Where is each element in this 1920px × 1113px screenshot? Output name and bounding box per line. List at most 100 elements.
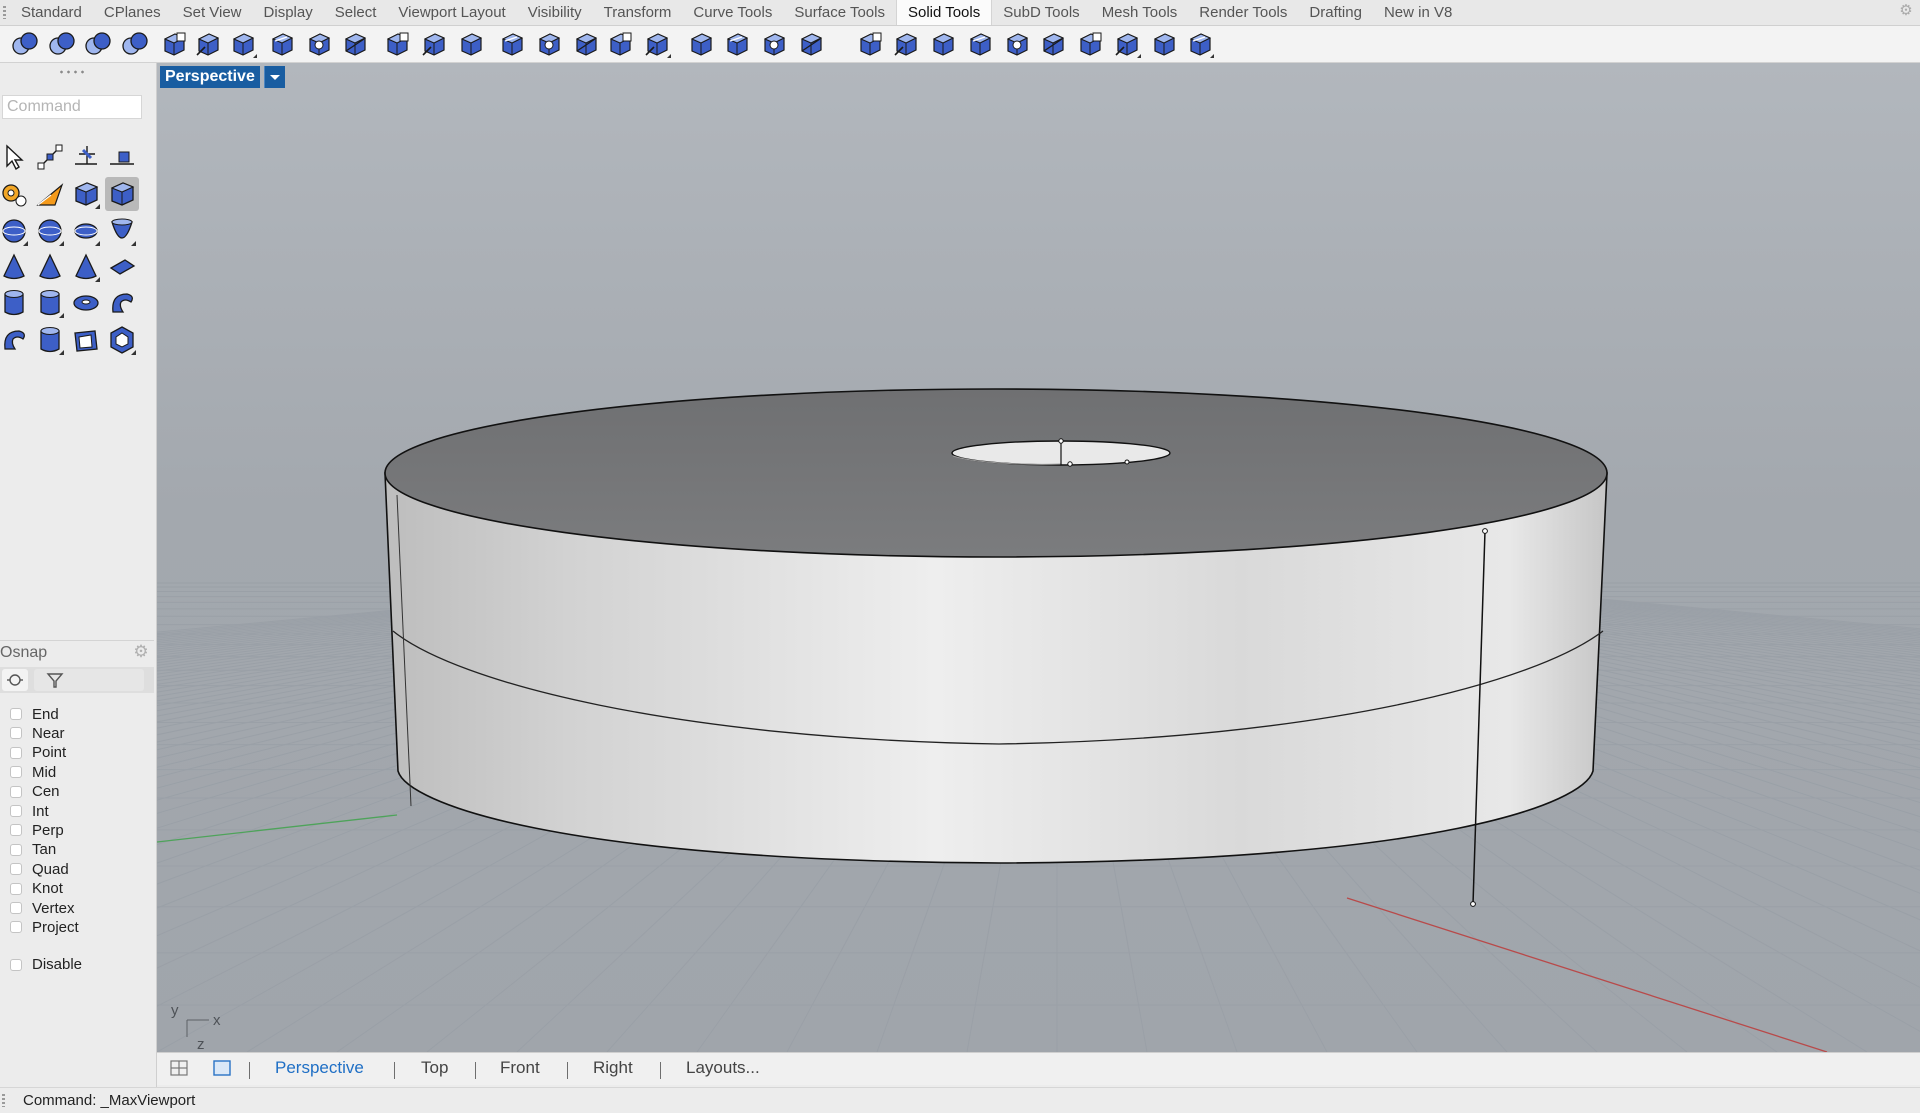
pipe-icon[interactable] (105, 286, 139, 320)
seam-bottom-point[interactable] (1470, 901, 1476, 907)
checkbox[interactable] (10, 882, 22, 895)
move-edge-icon[interactable] (456, 29, 486, 59)
osnap-settings-gear-icon[interactable]: ⚙ (132, 643, 150, 661)
hole-top-point[interactable] (1058, 438, 1064, 444)
osnap-tan[interactable]: Tan (10, 841, 56, 859)
cone-icon[interactable] (0, 250, 31, 284)
hole-side-point[interactable] (1124, 459, 1130, 465)
extrude-face-icon[interactable] (382, 29, 412, 59)
extrude-curve-icon[interactable] (686, 29, 716, 59)
box-icon[interactable] (69, 177, 103, 211)
tab-render-tools[interactable]: Render Tools (1188, 0, 1298, 25)
cylinder-icon[interactable] (0, 286, 31, 320)
split-face-icon[interactable] (534, 29, 564, 59)
checkbox[interactable] (10, 805, 22, 817)
loft-solid-icon[interactable] (497, 29, 527, 59)
osnap-end[interactable]: End (10, 705, 59, 723)
tab-transform[interactable]: Transform (593, 0, 683, 25)
mesh-grid-icon[interactable] (1075, 29, 1105, 59)
sphere-icon[interactable] (0, 214, 31, 248)
point-grid-icon[interactable] (1038, 29, 1068, 59)
revolve-icon[interactable] (0, 323, 31, 357)
osnap-disable[interactable]: Disable (10, 956, 82, 974)
cylinder-top-face[interactable] (384, 388, 1608, 558)
osnap-knot[interactable]: Knot (10, 880, 63, 898)
chamfer-edge-icon[interactable] (642, 29, 672, 59)
cap-icon[interactable] (891, 29, 921, 59)
tab-perspective[interactable]: Perspective (275, 1058, 364, 1078)
single-viewport-icon[interactable] (213, 1060, 231, 1076)
tab-set-view[interactable]: Set View (172, 0, 253, 25)
box-solid-icon[interactable] (304, 29, 334, 59)
tab-standard[interactable]: Standard (10, 0, 93, 25)
perspective-viewport[interactable]: y x z Perspective (157, 63, 1920, 1052)
merge-faces-icon[interactable] (228, 29, 258, 59)
osnap-pin-button[interactable] (2, 669, 28, 691)
tab-right[interactable]: Right (593, 1058, 633, 1078)
fillet-edge-icon[interactable] (605, 29, 635, 59)
checkbox[interactable] (10, 708, 22, 720)
torus-icon[interactable] (69, 286, 103, 320)
boolean-union-icon[interactable] (10, 29, 40, 59)
checkbox[interactable] (10, 746, 22, 759)
osnap-point[interactable]: Point (10, 744, 66, 762)
analyze-icon[interactable] (33, 177, 67, 211)
tab-top[interactable]: Top (421, 1058, 448, 1078)
tab-front[interactable]: Front (500, 1058, 540, 1078)
tube-icon[interactable] (33, 286, 67, 320)
osnap-perp[interactable]: Perp (10, 821, 64, 839)
truncated-cone-icon[interactable] (105, 250, 139, 284)
gumball-icon[interactable] (1185, 29, 1215, 59)
tab-display[interactable]: Display (253, 0, 324, 25)
point-edit-icon[interactable] (69, 140, 103, 174)
gear-icon[interactable]: ⚙ (1898, 3, 1914, 19)
rebuild-solid-icon[interactable] (759, 29, 789, 59)
tab-mesh-tools[interactable]: Mesh Tools (1091, 0, 1189, 25)
face-extrude-icon[interactable] (1002, 29, 1032, 59)
tab-curve-tools[interactable]: Curve Tools (682, 0, 783, 25)
box-edit-icon[interactable] (105, 177, 139, 211)
four-viewports-icon[interactable] (170, 1060, 188, 1076)
panel-drag-handle[interactable] (58, 70, 86, 74)
osnap-quad[interactable]: Quad (10, 860, 69, 878)
solid-text-icon[interactable] (105, 323, 139, 357)
tab-subd-tools[interactable]: SubD Tools (992, 0, 1090, 25)
viewport-menu-dropdown[interactable] (264, 66, 285, 88)
pyramid-icon[interactable] (33, 250, 67, 284)
tab-surface-tools[interactable]: Surface Tools (783, 0, 896, 25)
cap-planar-holes-icon[interactable] (159, 29, 189, 59)
ellipsoid-icon[interactable] (69, 214, 103, 248)
bucket-icon[interactable] (1149, 29, 1179, 59)
checkbox[interactable] (10, 958, 22, 971)
create-solid-icon[interactable] (928, 29, 958, 59)
checkbox[interactable] (10, 824, 22, 837)
seam-top-point[interactable] (1482, 528, 1488, 534)
checkbox[interactable] (10, 766, 22, 779)
cylinder-solid[interactable] (384, 388, 1608, 907)
select-arrow-icon[interactable] (0, 140, 31, 174)
tab-select[interactable]: Select (324, 0, 388, 25)
tab-layouts[interactable]: Layouts... (686, 1058, 760, 1078)
tab-visibility[interactable]: Visibility (517, 0, 593, 25)
boolean-intersection-icon[interactable] (83, 29, 113, 59)
checkbox[interactable] (10, 727, 22, 740)
boolean-split-icon[interactable] (120, 29, 150, 59)
hole-bottom-point[interactable] (1067, 461, 1073, 467)
osnap-mid[interactable]: Mid (10, 763, 56, 781)
control-points-icon[interactable] (33, 140, 67, 174)
tab-solid-tools[interactable]: Solid Tools (895, 0, 993, 25)
surface-grid-icon[interactable] (796, 29, 826, 59)
osnap-int[interactable]: Int (10, 802, 49, 820)
drag-mode-icon[interactable] (105, 140, 139, 174)
viewport-title-label[interactable]: Perspective (160, 66, 260, 88)
move-untrimmed-edge-icon[interactable] (722, 29, 752, 59)
paraboloid-icon[interactable] (105, 214, 139, 248)
osnap-cen[interactable]: Cen (10, 783, 60, 801)
sphere-options-icon[interactable] (33, 214, 67, 248)
status-grip[interactable] (2, 1094, 5, 1107)
checkbox[interactable] (10, 785, 22, 798)
checkbox[interactable] (10, 863, 22, 876)
checkbox[interactable] (10, 843, 22, 856)
extrude-surface-icon[interactable] (69, 323, 103, 357)
command-input[interactable] (2, 95, 142, 119)
